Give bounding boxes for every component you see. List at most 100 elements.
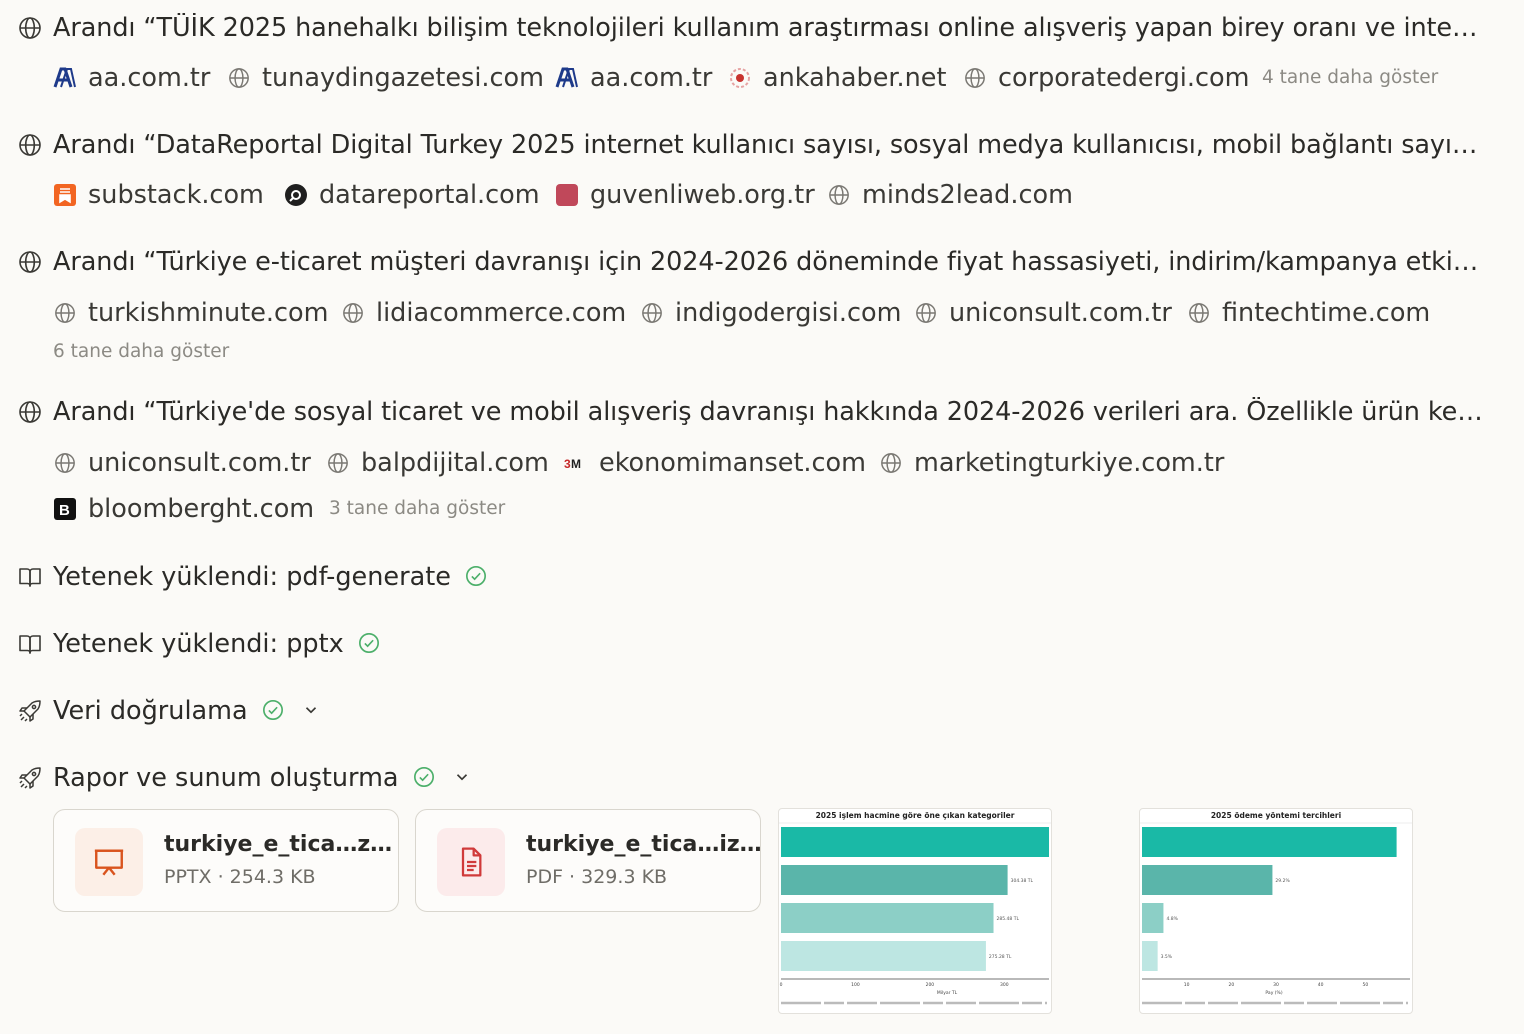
show-more-link[interactable]: 6 tane daha göster [53,340,229,364]
file-card-pdf[interactable]: turkiye_e_tica…iz… PDF · 329.3 KB [415,809,762,912]
chart-bar [1142,865,1273,895]
source-link[interactable]: 3M ekonomimanset.com [564,448,866,478]
step-text: Rapor ve sunum oluşturma [53,763,399,793]
file-name: turkiye_e_tica…iz… [526,832,762,857]
source-label: ekonomimanset.com [599,448,867,478]
step-label[interactable]: Rapor ve sunum oluşturma [53,763,471,793]
chart-bar [781,865,1008,895]
source-label: corporatedergi.com [998,63,1250,93]
file-name: turkiye_e_tica…z… [164,832,393,857]
source-link[interactable]: guvenliweb.org.tr [555,180,815,210]
axis-label: Milyar TL [937,990,958,996]
aa-logo-icon [555,66,579,90]
substack-logo-icon [53,183,77,207]
source-link[interactable]: aa.com.tr [555,63,712,93]
source-link[interactable]: uniconsult.com.tr [53,448,311,478]
book-icon [18,632,42,656]
ekonomimanset-logo-icon: 3M [564,451,588,475]
data-label: 4.8% [1166,916,1178,922]
step-text: Veri doğrulama [53,696,248,726]
data-label: 29.2% [1275,878,1290,884]
source-label: datareportal.com [319,180,540,210]
file-meta: PPTX · 254.3 KB [164,866,316,888]
chevron-down-icon[interactable] [453,768,471,786]
globe-icon [53,301,77,325]
svg-text:M: M [571,457,581,471]
guvenliweb-logo-icon [555,183,579,207]
globe-icon [963,66,987,90]
chart-bar [781,827,1049,857]
file-meta: PDF · 329.3 KB [526,866,668,888]
source-link[interactable]: aa.com.tr [53,63,210,93]
source-link[interactable]: ankahaber.net [728,63,947,93]
source-link[interactable]: substack.com [53,180,264,210]
step-label: Yetenek yüklendi: pptx [53,629,380,659]
chart-thumbnail[interactable]: 2025 işlem hacmine göre öne çıkan katego… [778,808,1052,1014]
datareportal-logo-icon [284,183,308,207]
tick-label: 100 [851,982,860,988]
step-text: Yetenek yüklendi: pptx [53,629,344,659]
source-label: uniconsult.com.tr [88,448,311,478]
search-query[interactable]: Arandı “TÜİK 2025 hanehalkı bilişim tekn… [53,13,1485,43]
presentation-icon [75,828,143,896]
tick-label: 0 [780,982,783,988]
svg-text:3: 3 [564,457,571,471]
tick-label: 20 [1228,982,1234,988]
source-link[interactable]: balpdijital.com [326,448,549,478]
show-more-link[interactable]: 4 tane daha göster [1262,66,1438,90]
globe-icon [227,66,251,90]
chevron-down-icon[interactable] [302,701,320,719]
globe-icon [18,250,42,274]
chart-thumbnail[interactable]: 2025 ödeme yöntemi tercihleri 29.2% 4.8% 3.… [1139,808,1413,1014]
search-query[interactable]: Arandı “Türkiye'de sosyal ticaret ve mob… [53,397,1485,427]
source-link[interactable]: corporatedergi.com [963,63,1249,93]
search-query[interactable]: Arandı “Türkiye e-ticaret müşteri davran… [53,247,1485,277]
source-link[interactable]: uniconsult.com.tr [914,298,1172,328]
step-text: Yetenek yüklendi: pdf-generate [53,562,451,592]
data-label: 304.38 TL [1011,878,1034,884]
source-label: guvenliweb.org.tr [590,180,815,210]
check-circle-icon [466,566,486,586]
globe-icon [341,301,365,325]
source-link[interactable]: datareportal.com [284,180,540,210]
source-link[interactable]: marketingturkiye.com.tr [879,448,1224,478]
show-more-link[interactable]: 3 tane daha göster [329,497,505,521]
aa-logo-icon [53,66,77,90]
tick-label: 200 [926,982,935,988]
source-link[interactable]: fintechtime.com [1187,298,1430,328]
source-link[interactable]: tunaydingazetesi.com [227,63,544,93]
source-link[interactable]: lidiacommerce.com [341,298,626,328]
source-link[interactable]: indigodergisi.com [640,298,901,328]
search-query[interactable]: Arandı “DataReportal Digital Turkey 2025… [53,130,1485,160]
source-link[interactable]: minds2lead.com [827,180,1073,210]
bar-chart: 2025 ödeme yöntemi tercihleri 29.2% 4.8% 3.… [1140,811,1412,1005]
tick-label: 10 [1184,982,1190,988]
globe-icon [914,301,938,325]
step-label[interactable]: Veri doğrulama [53,696,320,726]
source-label: balpdijital.com [361,448,549,478]
globe-icon [1187,301,1211,325]
globe-icon [18,133,42,157]
ankahaber-logo-icon [728,66,752,90]
source-label: indigodergisi.com [675,298,902,328]
source-label: aa.com.tr [590,63,713,93]
chart-bar [781,941,986,971]
source-label: tunaydingazetesi.com [262,63,544,93]
source-label: lidiacommerce.com [376,298,627,328]
bar-chart: 2025 işlem hacmine göre öne çıkan katego… [779,811,1051,1005]
check-circle-icon [262,700,283,720]
globe-icon [326,451,350,475]
chart-bar [1142,941,1158,971]
check-circle-icon [413,767,434,787]
source-link[interactable]: B bloomberght.com [53,494,314,524]
tick-label: 300 [1000,982,1009,988]
globe-icon [53,451,77,475]
source-link[interactable]: turkishminute.com [53,298,328,328]
tick-label: 40 [1318,982,1324,988]
rocket-icon [18,766,42,790]
data-label: 285.48 TL [997,916,1020,922]
check-circle-icon [358,633,379,653]
chart-title: 2025 işlem hacmine göre öne çıkan katego… [816,811,1015,820]
chart-bar [1142,827,1397,857]
file-card-pptx[interactable]: turkiye_e_tica…z… PPTX · 254.3 KB [53,809,399,912]
